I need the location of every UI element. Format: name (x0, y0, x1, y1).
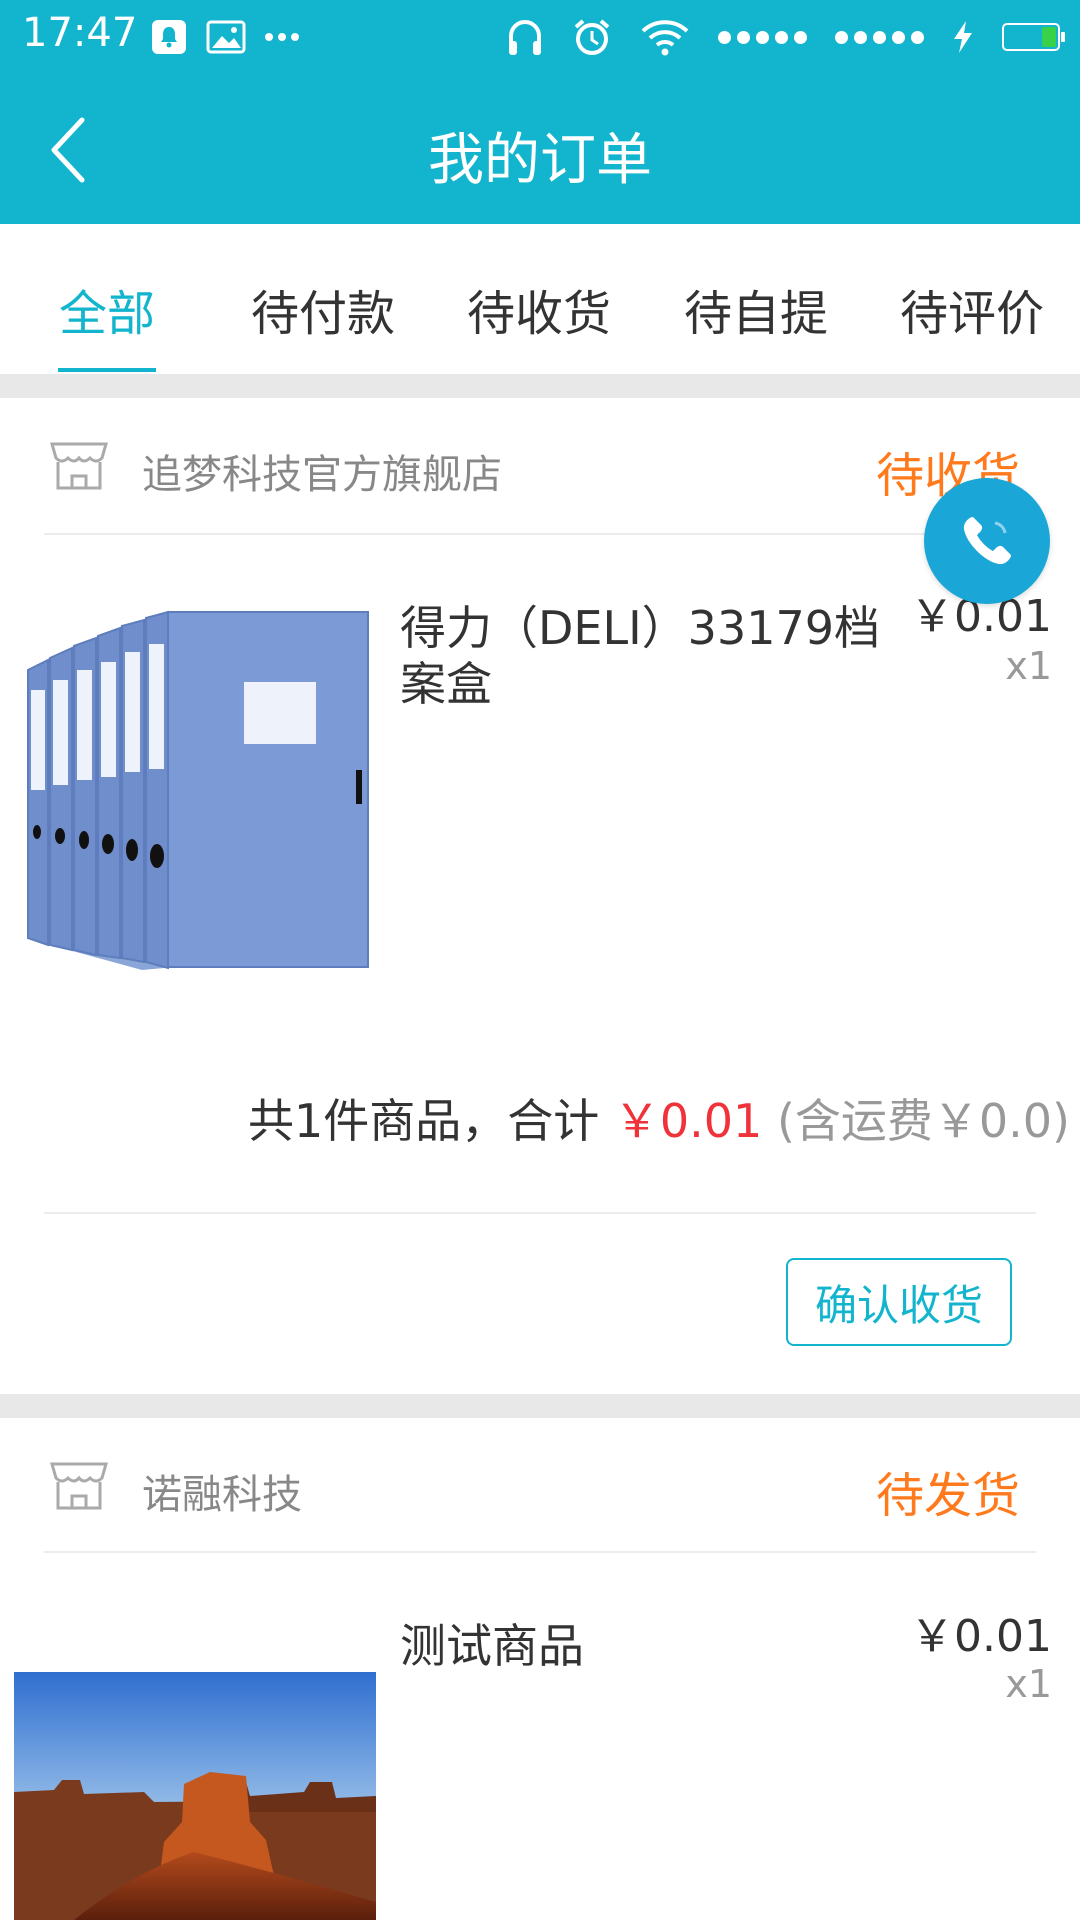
section-gap (0, 374, 1080, 398)
order-tabs: 全部 待付款 待收货 待自提 待评价 (0, 224, 1080, 374)
section-gap (0, 1394, 1080, 1418)
tab-pending-payment[interactable]: 待付款 (233, 274, 413, 344)
order-summary: 共1件商品，合计 ￥0.01 (含运费￥0.0) (248, 1085, 1070, 1151)
divider (44, 533, 1036, 535)
active-tab-indicator (58, 368, 156, 372)
store-icon (48, 440, 110, 496)
battery-icon (1002, 23, 1065, 51)
headphones-icon (509, 20, 541, 55)
phone-icon (963, 517, 1011, 565)
tab-all[interactable]: 全部 (17, 274, 197, 344)
store-name[interactable]: 诺融科技 (142, 1462, 302, 1520)
store-icon (48, 1460, 110, 1516)
product-name[interactable]: 测试商品 (400, 1618, 800, 1674)
summary-shipping: (含运费￥0.0) (776, 1094, 1071, 1148)
confirm-receipt-button[interactable]: 确认收货 (786, 1258, 1012, 1346)
product-quantity: x1 (1005, 1662, 1052, 1706)
store-name[interactable]: 追梦科技官方旗舰店 (142, 442, 502, 500)
summary-total: ￥0.01 (613, 1094, 763, 1148)
alarm-icon (574, 19, 610, 55)
divider (44, 1551, 1036, 1553)
product-image-desert[interactable] (14, 1672, 376, 1920)
product-quantity: x1 (1005, 644, 1052, 688)
call-button[interactable] (924, 478, 1050, 604)
product-price: ￥0.01 (910, 1611, 1052, 1662)
wifi-icon (641, 20, 689, 56)
divider (44, 1212, 1036, 1214)
signal-dots-icon-2 (835, 30, 924, 44)
status-time: 17:47 (22, 10, 138, 56)
notification-bell-icon (152, 20, 186, 54)
tab-pending-review[interactable]: 待评价 (882, 274, 1062, 344)
image-icon (206, 20, 246, 54)
product-name[interactable]: 得力（DELI）33179档案盒 (400, 600, 880, 712)
signal-dots-icon (718, 30, 807, 44)
tab-pending-receipt[interactable]: 待收货 (449, 274, 629, 344)
order-status: 待发货 (876, 1468, 1021, 1524)
tab-pending-pickup[interactable]: 待自提 (666, 274, 846, 344)
status-left-icons (150, 12, 300, 62)
charging-bolt-icon (954, 21, 972, 53)
summary-prefix: 共1件商品，合计 (248, 1094, 600, 1148)
page-title: 我的订单 (428, 128, 652, 193)
more-icon (265, 33, 299, 41)
status-right-icons (430, 12, 1065, 62)
product-image-file-boxes[interactable] (22, 600, 372, 970)
